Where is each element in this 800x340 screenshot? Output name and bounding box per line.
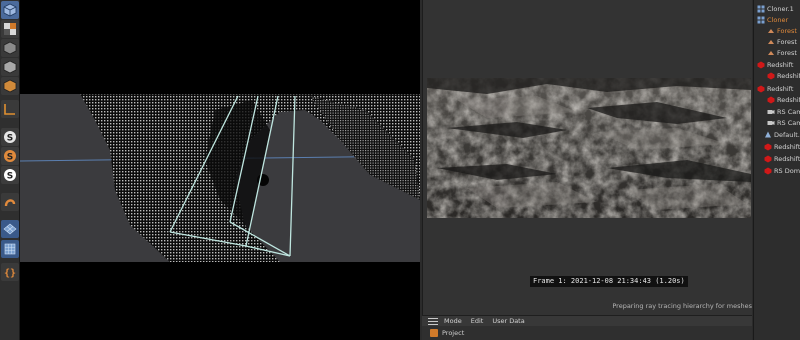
- camera-icon: [767, 119, 775, 127]
- object-label: Cloner.1: [767, 4, 794, 13]
- grid-icon[interactable]: [1, 240, 19, 258]
- mesh-icon: [767, 38, 775, 46]
- object-row-forest[interactable]: Forest: [767, 25, 797, 36]
- object-label: Redshift: [767, 84, 794, 93]
- object-row-redshift[interactable]: Redshift: [767, 94, 800, 105]
- project-label: Project: [442, 329, 465, 337]
- cloner-icon: [757, 16, 765, 24]
- bend-icon[interactable]: [1, 193, 19, 211]
- camera-icon: [767, 108, 775, 116]
- redshift-icon: [764, 143, 772, 151]
- redshift-icon: [757, 85, 765, 93]
- light-icon: [764, 131, 772, 139]
- object-row-rs-camera[interactable]: RS Camera: [767, 106, 800, 117]
- object-row-redshift[interactable]: Redshift: [764, 141, 800, 152]
- object-label: Redshift: [774, 154, 800, 163]
- checker-icon[interactable]: [1, 20, 19, 38]
- object-row-cloner[interactable]: Cloner: [757, 14, 788, 25]
- object-label: Redshift: [767, 60, 794, 69]
- object-row-forest[interactable]: Forest: [767, 47, 797, 58]
- attribute-manager-menu: Mode Edit User Data: [422, 315, 752, 326]
- redshift-icon: [764, 155, 772, 163]
- object-label: Forest: [777, 26, 797, 35]
- frame-info-label: Frame 1: 2021-12-08 21:34:43 (1.20s): [530, 276, 688, 287]
- snap-icon[interactable]: S: [1, 147, 19, 165]
- object-label: RS Dome: [774, 166, 800, 175]
- object-row-redshift[interactable]: Redshift: [764, 153, 800, 164]
- axis-icon[interactable]: [1, 100, 19, 118]
- cloner-icon: [757, 5, 765, 13]
- object-row-forest[interactable]: Forest: [767, 36, 797, 47]
- object-label: Redshift: [777, 71, 800, 80]
- render-status-text: Preparing ray tracing hierarchy for mesh…: [612, 302, 752, 310]
- object-label: Default.: [774, 130, 800, 139]
- object-label: Redshift: [777, 95, 800, 104]
- menu-mode[interactable]: Mode: [444, 317, 462, 325]
- brackets-icon[interactable]: {}: [1, 263, 19, 281]
- object-row-redshift[interactable]: Redshift: [757, 83, 793, 94]
- object-label: Cloner: [767, 15, 789, 24]
- redshift-icon: [767, 72, 775, 80]
- app-window: S S S {} Frame 1: 2021-12-08 21:34:43 (1…: [0, 0, 800, 340]
- hamburger-menu-icon[interactable]: [428, 317, 438, 325]
- object-row-default[interactable]: Default.: [764, 129, 800, 140]
- redshift-icon: [767, 96, 775, 104]
- redshift-icon: [757, 61, 765, 69]
- mesh-icon: [767, 49, 775, 57]
- redshift-icon: [764, 167, 772, 175]
- grid-icon[interactable]: [1, 220, 19, 238]
- viewport-letterbox-bottom: [20, 262, 420, 340]
- svg-text:S: S: [7, 172, 13, 182]
- project-icon: [430, 329, 438, 337]
- render-image[interactable]: [427, 78, 751, 218]
- menu-edit[interactable]: Edit: [471, 317, 484, 325]
- svg-text:S: S: [7, 134, 13, 144]
- render-view-panel: Frame 1: 2021-12-08 21:34:43 (1.20s) Pre…: [422, 0, 752, 315]
- 3d-viewport[interactable]: [20, 0, 420, 340]
- project-row[interactable]: Project: [422, 326, 752, 340]
- viewport-letterbox-top: [20, 0, 420, 94]
- object-row-redshift[interactable]: Redshift: [767, 70, 800, 81]
- cube-icon[interactable]: [1, 39, 19, 57]
- object-label: Redshift: [774, 142, 800, 151]
- object-manager: Cloner.1 Cloner Forest Forest Forest Red…: [753, 0, 800, 340]
- menu-user-data[interactable]: User Data: [492, 317, 524, 325]
- snap-icon[interactable]: S: [1, 166, 19, 184]
- mesh-icon: [767, 27, 775, 35]
- cube-icon[interactable]: [1, 58, 19, 76]
- object-label: RS Camera: [777, 118, 800, 127]
- svg-text:{}: {}: [4, 268, 16, 279]
- object-label: Forest: [777, 37, 797, 46]
- object-label: RS Camera: [777, 107, 800, 116]
- object-row-cloner-1[interactable]: Cloner.1: [757, 3, 794, 14]
- cube-icon[interactable]: [1, 1, 19, 19]
- object-row-rs-dome[interactable]: RS Dome: [764, 165, 800, 176]
- left-toolbar: S S S {}: [0, 0, 20, 340]
- object-label: Forest: [777, 48, 797, 57]
- cube-icon[interactable]: [1, 77, 19, 95]
- snap-icon[interactable]: S: [1, 128, 19, 146]
- svg-text:S: S: [7, 153, 13, 163]
- object-row-redshift[interactable]: Redshift: [757, 59, 793, 70]
- object-row-rs-camera[interactable]: RS Camera: [767, 117, 800, 128]
